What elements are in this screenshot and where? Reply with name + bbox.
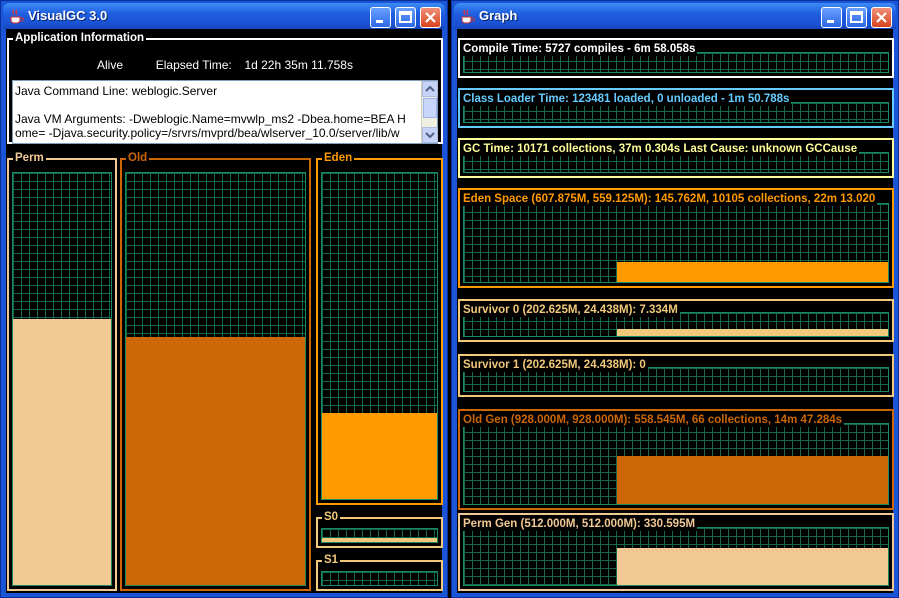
eden-space-graph-grid (463, 203, 889, 283)
minimize-icon (827, 20, 834, 23)
visualgc-titlebar[interactable]: VisualGC 3.0 (3, 3, 445, 29)
status-row: Alive Elapsed Time: 1d 22h 35m 11.758s (9, 58, 441, 72)
vertical-scrollbar[interactable] (421, 81, 438, 143)
old-gen-grid (463, 423, 889, 505)
close-button[interactable] (420, 7, 441, 28)
perm-gen-graph-panel: Perm Gen (512.000M, 512.000M): 330.595M (458, 513, 894, 591)
visualgc-client: Application Information Alive Elapsed Ti… (6, 29, 443, 593)
s1-space-panel: S1 (316, 553, 443, 591)
window-title: Graph (479, 8, 518, 23)
old-space-label: Old (126, 151, 150, 166)
arrow-up-icon (425, 85, 435, 92)
minimize-icon (376, 20, 383, 23)
s1-space-grid (321, 571, 438, 586)
minimize-button[interactable] (821, 7, 842, 28)
vm-args-line-1: Java VM Arguments: -Dweblogic.Name=mvwlp… (15, 112, 406, 126)
graph-window: Graph Compile Time: 5727 compiles - 6m 5… (451, 0, 899, 598)
elapsed-value: 1d 22h 35m 11.758s (244, 58, 353, 72)
survivor-0-graph-panel: Survivor 0 (202.625M, 24.438M): 7.334M (458, 299, 894, 342)
compile-time-label: Compile Time: 5727 compiles - 6m 58.058s (463, 42, 698, 56)
visualgc-window: VisualGC 3.0 Application Information Ali… (0, 0, 448, 598)
gc-time-label: GC Time: 10171 collections, 37m 0.304s L… (463, 142, 860, 156)
eden-space-fill (322, 413, 437, 499)
java-cup-icon (461, 9, 475, 24)
application-information-legend: Application Information (13, 31, 147, 46)
close-icon (876, 12, 887, 23)
eden-space-graph-panel: Eden Space (607.875M, 559.125M): 145.762… (458, 188, 894, 288)
s1-space-label: S1 (322, 553, 341, 568)
s0-space-panel: S0 (316, 510, 443, 548)
perm-gen-grid (463, 527, 889, 586)
eden-space-label: Eden (322, 151, 355, 166)
eden-space-graph-fill (616, 261, 888, 282)
class-loader-label: Class Loader Time: 123481 loaded, 0 unlo… (463, 92, 792, 106)
scroll-down-button[interactable] (422, 127, 438, 143)
maximize-button[interactable] (395, 7, 416, 28)
old-gen-graph-panel: Old Gen (928.000M, 928.000M): 558.545M, … (458, 409, 894, 510)
eden-space-grid (321, 172, 438, 500)
graph-client: Compile Time: 5727 compiles - 6m 58.058s… (457, 29, 894, 593)
survivor-0-graph-fill (616, 329, 888, 336)
class-loader-graph-panel: Class Loader Time: 123481 loaded, 0 unlo… (458, 88, 894, 128)
application-information-panel: Application Information Alive Elapsed Ti… (7, 31, 443, 144)
s0-space-grid (321, 528, 438, 543)
survivor-1-label: Survivor 1 (202.625M, 24.438M): 0 (463, 358, 648, 372)
old-space-grid (125, 172, 306, 586)
perm-space-panel: Perm (7, 151, 117, 591)
minimize-button[interactable] (370, 7, 391, 28)
command-line-text: Java Command Line: weblogic.Server (15, 84, 218, 98)
survivor-1-graph-panel: Survivor 1 (202.625M, 24.438M): 0 (458, 354, 894, 397)
survivor-0-label: Survivor 0 (202.625M, 24.438M): 7.334M (463, 303, 680, 317)
window-title: VisualGC 3.0 (28, 8, 108, 23)
vm-args-line-2: ome= -Djava.security.policy=/srvrs/mvprd… (15, 126, 400, 140)
old-space-panel: Old (120, 151, 311, 591)
java-cup-icon (10, 9, 24, 24)
command-line-textarea[interactable]: Java Command Line: weblogic.Server Java … (12, 80, 438, 144)
status-text: Alive (97, 58, 124, 72)
perm-space-label: Perm (13, 151, 46, 166)
graph-titlebar[interactable]: Graph (454, 3, 896, 29)
scrollbar-thumb[interactable] (423, 98, 437, 118)
close-button[interactable] (871, 7, 892, 28)
elapsed-label: Elapsed Time: (155, 58, 232, 72)
perm-gen-graph-fill (616, 548, 888, 585)
scroll-up-button[interactable] (422, 81, 438, 97)
compile-time-graph-panel: Compile Time: 5727 compiles - 6m 58.058s (458, 38, 894, 78)
close-icon (425, 12, 436, 23)
eden-space-graph-label: Eden Space (607.875M, 559.125M): 145.762… (463, 192, 878, 206)
maximize-button[interactable] (846, 7, 867, 28)
arrow-down-icon (425, 132, 435, 139)
gc-time-graph-panel: GC Time: 10171 collections, 37m 0.304s L… (458, 138, 894, 178)
maximize-icon (850, 11, 863, 23)
s0-space-label: S0 (322, 510, 341, 525)
eden-space-panel: Eden (316, 151, 443, 505)
perm-space-grid (12, 172, 112, 586)
perm-gen-label: Perm Gen (512.000M, 512.000M): 330.595M (463, 517, 698, 531)
maximize-icon (399, 11, 412, 23)
old-gen-label: Old Gen (928.000M, 928.000M): 558.545M, … (463, 413, 845, 427)
perm-space-fill (13, 319, 111, 585)
s0-space-fill (322, 538, 437, 542)
old-space-fill (126, 336, 305, 585)
old-gen-graph-fill (616, 456, 888, 504)
